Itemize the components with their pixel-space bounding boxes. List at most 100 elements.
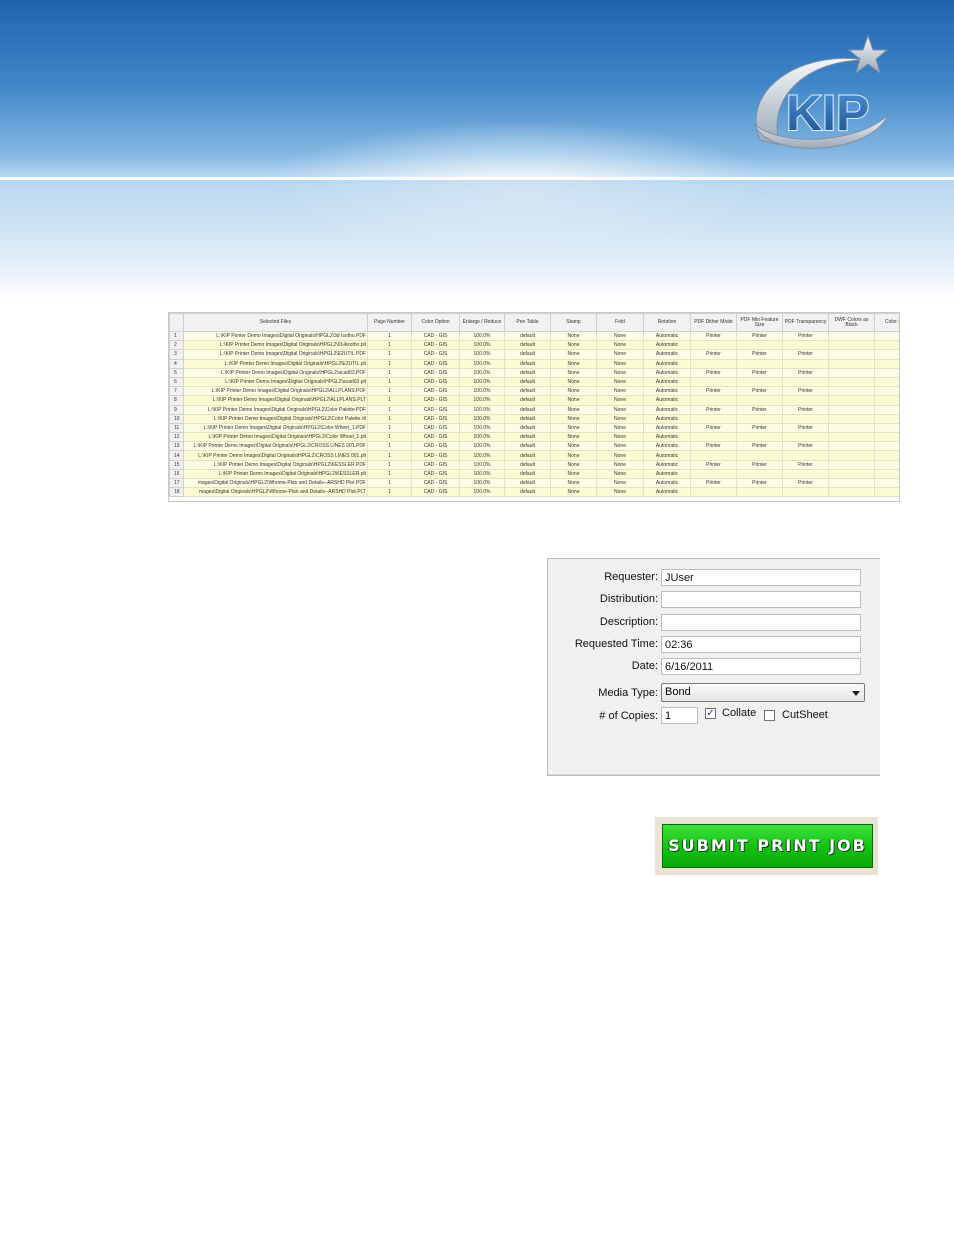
description-input[interactable] [661, 614, 861, 631]
table-cell [828, 376, 875, 388]
column-header[interactable]: Pen Table [504, 313, 551, 332]
table-cell [828, 367, 875, 378]
table-cell: default [504, 413, 551, 424]
table-row[interactable]: 11 L:\KIP Printer Demo Images\Digital Ori… [169, 422, 899, 434]
table-cell: 1 [367, 386, 412, 397]
cutsheet-checkbox[interactable] [764, 710, 775, 721]
table-row[interactable]: 16 L:\KIP Printer Demo Images\Digital Ori… [169, 468, 899, 480]
table-cell: L:\KIP Printer Demo Images\Digital Origi… [183, 459, 368, 470]
media-type-select[interactable]: Bond [661, 683, 865, 702]
table-row[interactable]: 14 L:\KIP Printer Demo Images\Digital Ori… [169, 450, 899, 461]
table-cell: None [596, 468, 644, 480]
table-cell: Automatic [643, 413, 691, 424]
banner-fade [0, 180, 954, 300]
table-cell: None [596, 450, 644, 461]
table-cell [828, 404, 875, 415]
column-header[interactable]: Color Brightne [874, 313, 899, 332]
table-cell: 0 [874, 450, 899, 461]
column-header[interactable] [169, 313, 184, 332]
table-cell [736, 413, 783, 424]
table-cell: CAD - GIS [411, 358, 460, 369]
table-row[interactable]: 8 L:\KIP Printer Demo Images\Digital Orig… [169, 395, 899, 406]
table-cell: 1 [367, 450, 412, 461]
table-cell [828, 450, 875, 461]
requester-label: Requester: [604, 571, 658, 583]
table-row[interactable]: 4 L:\KIP Printer Demo Images\Digital Orig… [169, 358, 899, 369]
table-row[interactable]: 13 L:\KIP Printer Demo Images\Digital Ori… [169, 441, 899, 452]
table-cell: None [596, 441, 644, 452]
table-cell: 100.0% [459, 330, 505, 342]
logo-text: KIP [786, 85, 869, 141]
table-cell: CAD - GIS [411, 477, 460, 489]
table-cell: CAD - GIS [411, 395, 460, 406]
table-row[interactable]: 5 L:\KIP Printer Demo Images\Digital Orig… [169, 367, 899, 378]
table-cell: CAD - GIS [411, 340, 460, 351]
column-header[interactable]: Fold [596, 313, 644, 332]
table-cell: L:\KIP Printer Demo Images\Digital Origi… [183, 450, 368, 461]
table-row[interactable]: 17 mages\Digital Originals\HPGL2\Whome-Pl… [169, 477, 899, 489]
table-cell [782, 413, 829, 424]
table-cell: CAD - GIS [411, 386, 460, 397]
table-cell: Automatic [643, 422, 691, 434]
table-cell: 100.0% [459, 422, 505, 434]
collate-checkbox[interactable]: ✓ [705, 708, 716, 719]
table-cell: 1 [367, 330, 412, 342]
column-header[interactable]: Color Option [411, 313, 460, 332]
table-cell: 100.0% [459, 413, 505, 424]
table-cell: CAD - GIS [411, 459, 460, 470]
table-cell: 100.0% [459, 450, 505, 461]
table-cell: Automatic [643, 477, 691, 489]
column-header[interactable]: Stamp [550, 313, 597, 332]
table-row[interactable]: 3 L:\KIP Printer Demo Images\Digital Orig… [169, 349, 899, 360]
distribution-label: Distribution: [599, 593, 658, 605]
table-row[interactable]: 15 L:\KIP Printer Demo Images\Digital Ori… [169, 459, 899, 470]
table-row[interactable]: 1 L:\KIP Printer Demo Images\Digital Orig… [169, 330, 899, 342]
table-cell: 1 [367, 376, 412, 388]
table-cell: None [550, 386, 597, 397]
copies-input[interactable]: 1 [661, 707, 698, 724]
table-row[interactable]: 18 mages\Digital Originals\HPGL2\Whome-Pl… [169, 487, 899, 498]
table-cell [782, 432, 829, 443]
table-cell: 1 [367, 487, 412, 498]
table-cell [690, 358, 737, 369]
row-number: 17 [169, 477, 184, 489]
table-cell: 100.0% [459, 395, 505, 406]
table-row[interactable]: 10 L:\KIP Printer Demo Images\Digital Ori… [169, 413, 899, 424]
column-header[interactable]: DWF Colors as Black [828, 313, 875, 332]
table-cell: 0 [874, 459, 899, 470]
table-cell: Printer [690, 349, 737, 360]
column-header[interactable]: Rotation [643, 313, 691, 332]
column-header[interactable]: PDF Transparency [782, 313, 829, 332]
table-cell: 100.0% [459, 477, 505, 489]
table-cell: 100.0% [459, 376, 505, 388]
requester-input[interactable]: JUser [661, 569, 861, 586]
table-cell [736, 450, 783, 461]
submit-print-job-button[interactable]: SUBMIT PRINT JOB [662, 824, 873, 868]
selected-files-grid[interactable]: Selected Files Page Number Color Option Enl… [168, 312, 900, 502]
table-cell [782, 395, 829, 406]
column-header[interactable]: Selected Files [183, 313, 368, 332]
table-row[interactable]: 7 L:\KIP Printer Demo Images\Digital Orig… [169, 386, 899, 397]
column-header[interactable]: PDF Dither Mode [690, 313, 737, 332]
table-row[interactable]: 9 L:\KIP Printer Demo Images\Digital Orig… [169, 404, 899, 415]
table-cell: 0 [874, 386, 899, 397]
table-row[interactable]: 12 L:\KIP Printer Demo Images\Digital Ori… [169, 432, 899, 443]
table-cell: default [504, 477, 551, 489]
requested-time-input[interactable]: 02:36 [661, 636, 861, 653]
table-cell: default [504, 376, 551, 388]
row-number: 9 [169, 404, 184, 415]
column-header[interactable]: Enlarge / Reduce [459, 313, 505, 332]
table-cell: default [504, 358, 551, 369]
table-cell [782, 376, 829, 388]
date-input[interactable]: 6/16/2011 [661, 658, 861, 675]
chevron-down-icon[interactable] [852, 691, 860, 696]
distribution-input[interactable] [661, 591, 861, 608]
table-cell: L:\KIP Printer Demo Images\Digital Origi… [183, 340, 368, 351]
table-cell: L:\KIP Printer Demo Images\Digital Origi… [183, 441, 368, 452]
table-row[interactable]: 6 L:\KIP Printer Demo Images\Digital Orig… [169, 376, 899, 388]
row-number: 7 [169, 386, 184, 397]
table-cell: 0 [874, 358, 899, 369]
table-row[interactable]: 2 L:\KIP Printer Demo Images\Digital Orig… [169, 340, 899, 351]
column-header[interactable]: PDF Min Feature Size [736, 313, 783, 332]
column-header[interactable]: Page Number [367, 313, 412, 332]
